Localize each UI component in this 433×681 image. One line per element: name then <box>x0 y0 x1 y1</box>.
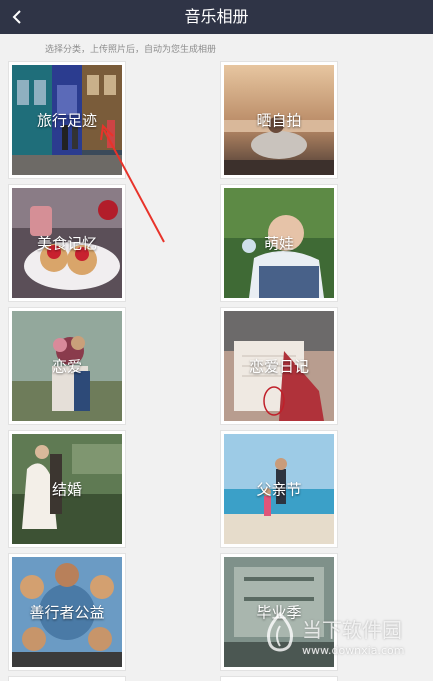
category-tile-graduation[interactable]: 毕业季 <box>221 554 337 670</box>
category-label: 善行者公益 <box>29 603 105 622</box>
instruction-text: 选择分类，上传照片后，自动为您生成相册 <box>45 45 217 55</box>
page-title: 音乐相册 <box>184 7 249 26</box>
category-label: 恋爱日记 <box>248 357 309 376</box>
category-tile-charity[interactable]: 善行者公益 <box>9 554 125 670</box>
category-tile-food[interactable]: 美食记忆 <box>9 185 125 301</box>
category-tile-partial[interactable] <box>9 677 125 681</box>
category-label: 旅行足迹 <box>36 111 97 130</box>
category-tile-love[interactable]: 恋爱 <box>9 308 125 424</box>
category-label: 毕业季 <box>256 603 302 622</box>
top-bar: 音乐相册 <box>0 0 433 34</box>
category-label: 晒自拍 <box>256 111 302 130</box>
category-label: 结婚 <box>51 480 82 499</box>
category-label: 恋爱 <box>51 357 82 376</box>
category-tile-travel[interactable]: 旅行足迹 <box>9 62 125 178</box>
category-tile-partial[interactable] <box>221 677 337 681</box>
category-label: 美食记忆 <box>36 234 97 253</box>
category-label: 萌娃 <box>263 234 294 253</box>
category-tile-fathers-day[interactable]: 父亲节 <box>221 431 337 547</box>
category-tile-selfie[interactable]: 晒自拍 <box>221 62 337 178</box>
category-tile-wedding[interactable]: 结婚 <box>9 431 125 547</box>
category-tile-love-diary[interactable]: 恋爱日记 <box>221 308 337 424</box>
category-label: 父亲节 <box>256 480 302 499</box>
category-tile-baby[interactable]: 萌娃 <box>221 185 337 301</box>
